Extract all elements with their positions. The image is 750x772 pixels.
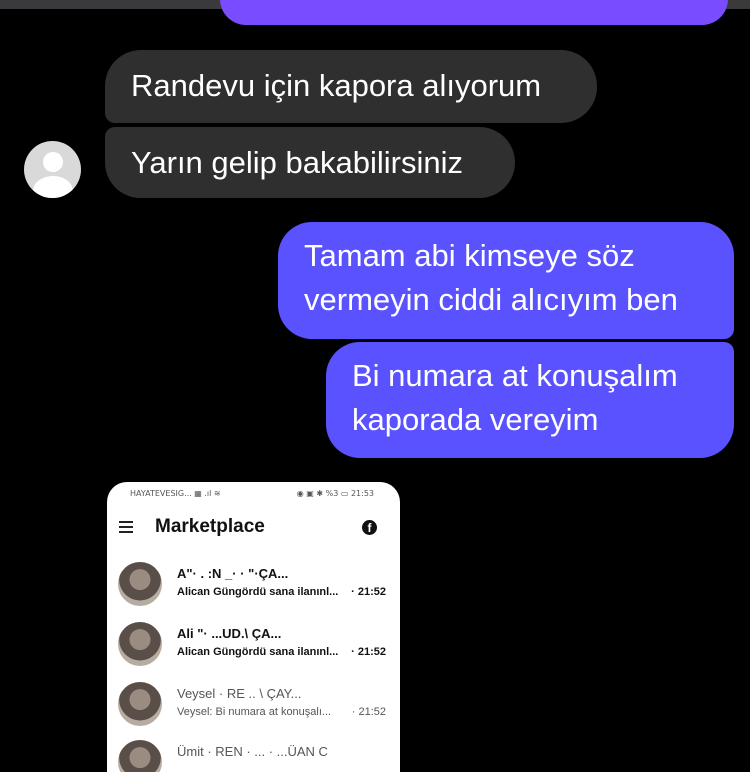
incoming-message-2[interactable]: Yarın gelip bakabilirsiniz: [105, 127, 515, 198]
screenshot-attachment[interactable]: HAYATEVESIG... ▦ .ıl ≋ ◉ ▣ ✱ %3 ▭ 21:53 …: [107, 482, 400, 772]
phone-status-bar: HAYATEVESIG... ▦ .ıl ≋ ◉ ▣ ✱ %3 ▭ 21:53: [107, 482, 400, 504]
listing-thumbnail: [118, 740, 162, 772]
menu-icon: [119, 521, 133, 533]
conversation-title: Ali "· ...UD.\ ÇA...: [177, 626, 282, 641]
listing-thumbnail: [118, 682, 162, 726]
conversation-title: A"· . :N _· · "·ÇA...: [177, 566, 289, 581]
message-text: Bi numara at konuşalım kaporada vereyim: [352, 358, 678, 437]
conversation-title: Veysel · RE .. \ ÇAY...: [177, 686, 302, 701]
conversation-row: Ümit · REN · ... · ...ÜAN C: [107, 732, 400, 772]
conversation-row: Veysel · RE .. \ ÇAY... Veysel: Bi numar…: [107, 674, 400, 734]
listing-thumbnail: [118, 562, 162, 606]
previous-message-bubble[interactable]: [220, 0, 728, 25]
conversation-title: Ümit · REN · ... · ...ÜAN C: [177, 744, 328, 759]
conversation-time: · 21:52: [351, 706, 386, 718]
conversation-preview: Alican Güngördü sana ilanınl...: [177, 586, 339, 598]
avatar-body: [33, 176, 73, 198]
contact-avatar-icon[interactable]: [24, 141, 81, 198]
outgoing-message-2[interactable]: Bi numara at konuşalım kaporada vereyim: [326, 342, 734, 458]
message-text: Yarın gelip bakabilirsiniz: [131, 145, 463, 180]
conversation-preview: Alican Güngördü sana ilanınl...: [177, 646, 339, 658]
conversation-preview: Veysel: Bi numara at konuşalı...: [177, 706, 332, 718]
outgoing-message-1[interactable]: Tamam abi kimseye söz vermeyin ciddi alı…: [278, 222, 734, 339]
facebook-icon: f: [362, 520, 377, 535]
status-right: ◉ ▣ ✱ %3 ▭ 21:53: [296, 489, 374, 498]
message-text: Tamam abi kimseye söz vermeyin ciddi alı…: [304, 238, 678, 317]
conversation-time: · 21:52: [351, 586, 386, 598]
avatar-head: [43, 152, 63, 172]
incoming-message-1[interactable]: Randevu için kapora alıyorum: [105, 50, 597, 123]
listing-thumbnail: [118, 622, 162, 666]
message-text: Randevu için kapora alıyorum: [131, 68, 542, 103]
conversation-time: · 21:52: [351, 646, 386, 658]
conversation-row: A"· . :N _· · "·ÇA... Alican Güngördü sa…: [107, 554, 400, 614]
conversation-row: Ali "· ...UD.\ ÇA... Alican Güngördü san…: [107, 614, 400, 674]
marketplace-title: Marketplace: [155, 516, 265, 537]
status-left: HAYATEVESIG... ▦ .ıl ≋: [130, 489, 221, 498]
marketplace-header: Marketplace f: [107, 512, 400, 544]
